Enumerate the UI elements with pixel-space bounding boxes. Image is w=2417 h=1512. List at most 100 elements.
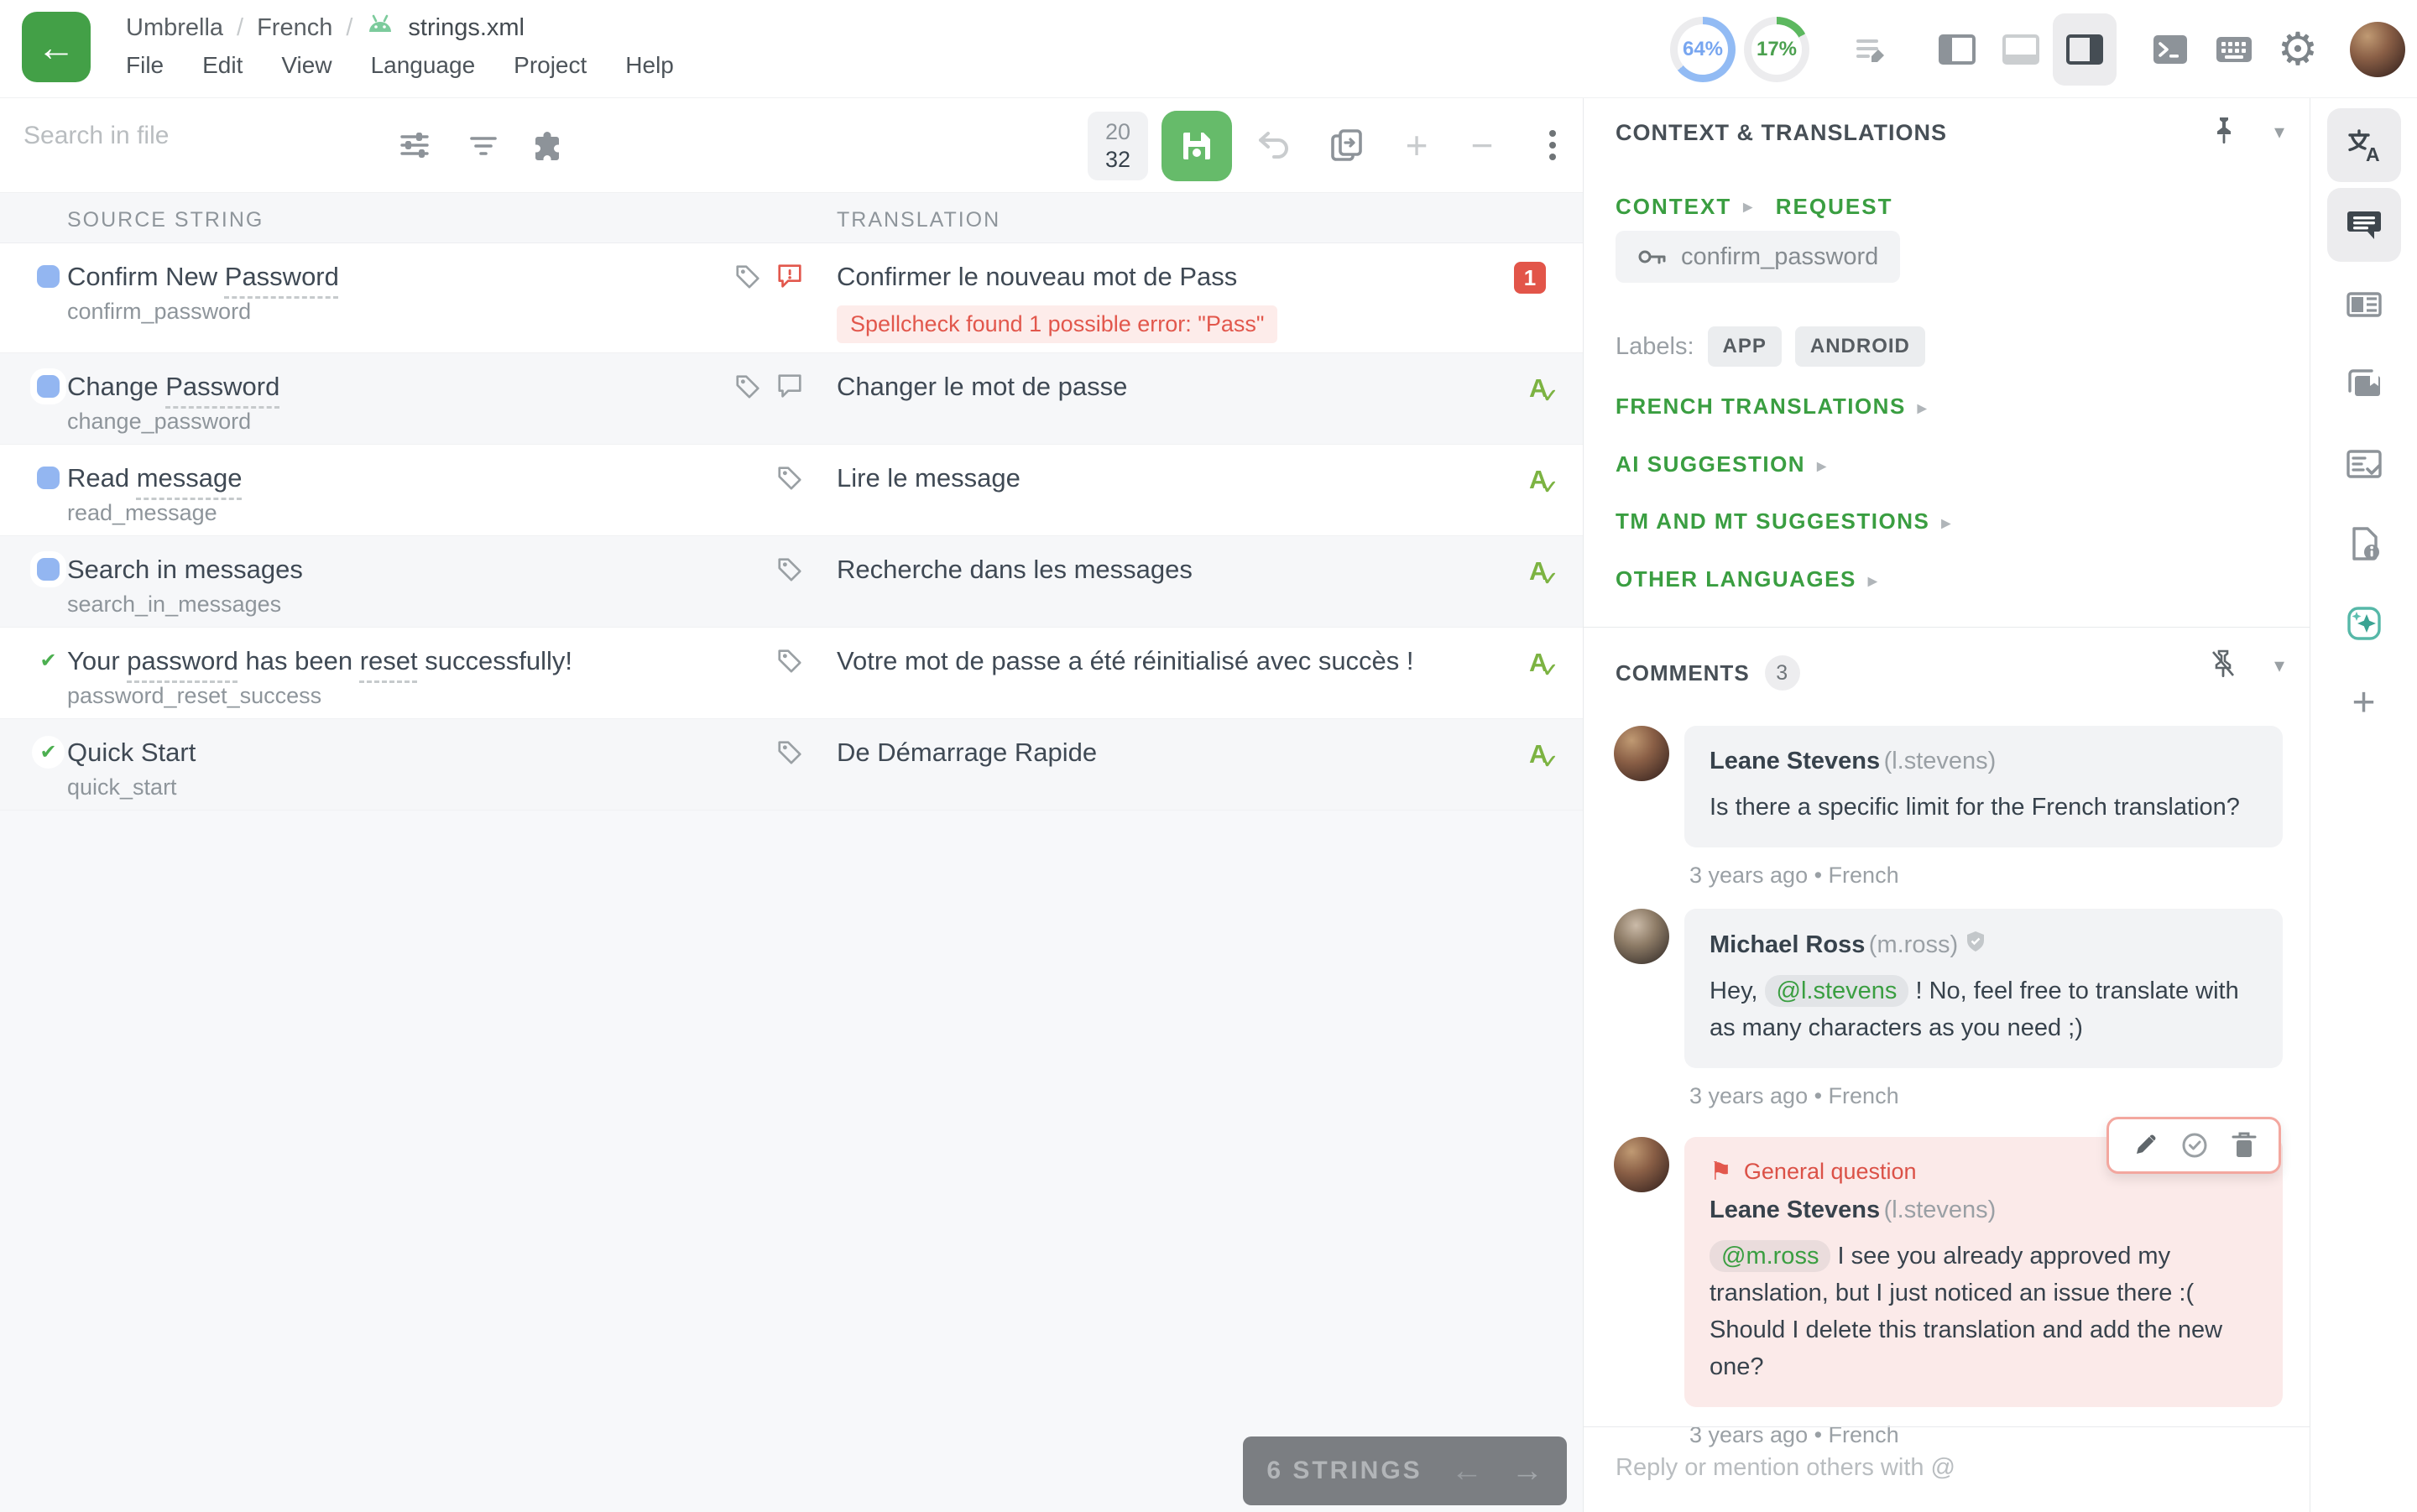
avatar[interactable] bbox=[1614, 1137, 1669, 1192]
approved-icon[interactable]: A✓ bbox=[1529, 739, 1563, 773]
tag-icon[interactable] bbox=[775, 738, 804, 770]
avatar[interactable] bbox=[1614, 726, 1669, 781]
settings-gear-icon[interactable]: ⚙ bbox=[2266, 13, 2330, 86]
add-panel-icon[interactable]: + bbox=[2327, 666, 2401, 740]
ai-assistant-panel-icon[interactable] bbox=[2327, 587, 2401, 660]
table-row[interactable]: ✔ Your password has been reset successfu… bbox=[0, 628, 1583, 719]
floppy-disk-icon bbox=[1179, 128, 1214, 164]
tag-icon[interactable] bbox=[775, 646, 804, 679]
context-tabs: CONTEXT ▸ REQUEST bbox=[1616, 194, 1892, 220]
tag-icon[interactable] bbox=[775, 555, 804, 587]
add-string-icon[interactable]: + bbox=[1393, 122, 1440, 169]
unpin-icon[interactable] bbox=[2209, 649, 2237, 683]
approved-progress-ring[interactable]: 17% bbox=[1744, 17, 1809, 82]
comments-panel-icon[interactable] bbox=[2327, 188, 2401, 262]
delete-comment-icon[interactable] bbox=[2232, 1131, 2257, 1160]
keyboard-shortcuts-icon[interactable] bbox=[2202, 13, 2266, 86]
right-panel-toggle-icon[interactable] bbox=[2053, 13, 2117, 86]
table-row[interactable]: Search in messages search_in_messages Re… bbox=[0, 536, 1583, 628]
filter-settings-icon[interactable] bbox=[391, 122, 438, 169]
untranslated-status-icon bbox=[37, 558, 60, 581]
bottom-panel-toggle-icon[interactable] bbox=[1989, 13, 2053, 86]
translations-panel-icon[interactable]: A bbox=[2327, 108, 2401, 182]
approved-icon[interactable]: A✓ bbox=[1529, 556, 1563, 590]
duplicate-string-icon[interactable] bbox=[1323, 122, 1370, 169]
editor-toolbar: 20 32 + − bbox=[0, 98, 1583, 193]
translated-progress-ring[interactable]: 64% bbox=[1670, 17, 1736, 82]
left-panel-toggle-icon[interactable] bbox=[1925, 13, 1989, 86]
comment-text: Hey, @l.stevens ! No, feel free to trans… bbox=[1710, 972, 2258, 1046]
section-other-languages[interactable]: OTHER LANGUAGES▸ bbox=[1616, 566, 1878, 592]
tab-request[interactable]: REQUEST bbox=[1776, 194, 1893, 220]
section-ai-suggestion[interactable]: AI SUGGESTION▸ bbox=[1616, 451, 1827, 477]
menu-language[interactable]: Language bbox=[371, 52, 476, 79]
string-key-pill[interactable]: confirm_password bbox=[1616, 231, 1900, 283]
qa-checks-panel-icon[interactable] bbox=[2327, 427, 2401, 501]
menu-file[interactable]: File bbox=[126, 52, 164, 79]
back-button[interactable]: ← bbox=[22, 12, 91, 82]
breadcrumb-project[interactable]: Umbrella bbox=[126, 14, 223, 42]
top-bar: ← Umbrella / French / strings.xml File E… bbox=[0, 0, 2417, 98]
translation-text: Lire le message bbox=[837, 463, 1021, 493]
save-button[interactable] bbox=[1162, 111, 1232, 181]
chevron-down-icon[interactable]: ▾ bbox=[2274, 120, 2284, 144]
comment-author[interactable]: Leane Stevens bbox=[1710, 1197, 1880, 1223]
comment-author[interactable]: Leane Stevens bbox=[1710, 748, 1880, 774]
verified-shield-icon bbox=[1966, 941, 1985, 956]
comment-alert-icon[interactable] bbox=[775, 262, 804, 295]
label-chip[interactable]: APP bbox=[1708, 326, 1782, 367]
reply-input[interactable] bbox=[1616, 1454, 2253, 1482]
approved-icon[interactable]: A✓ bbox=[1529, 373, 1563, 407]
remove-string-icon[interactable]: − bbox=[1459, 122, 1506, 169]
mention-link[interactable]: @m.ross bbox=[1710, 1240, 1830, 1272]
filter-icon[interactable] bbox=[460, 122, 507, 169]
tag-icon[interactable] bbox=[775, 463, 804, 496]
next-page-icon[interactable]: → bbox=[1511, 1455, 1543, 1487]
user-avatar[interactable] bbox=[2350, 22, 2405, 77]
menu-project[interactable]: Project bbox=[514, 52, 587, 79]
label-chip[interactable]: ANDROID bbox=[1795, 326, 1925, 367]
menu-view[interactable]: View bbox=[281, 52, 331, 79]
kebab-menu-icon[interactable] bbox=[1529, 122, 1576, 169]
mention-link[interactable]: @l.stevens bbox=[1765, 975, 1909, 1007]
pin-icon[interactable] bbox=[2211, 115, 2237, 149]
comment-meta: 3 years ago • French bbox=[1689, 1083, 2283, 1109]
section-tm-mt-suggestions[interactable]: TM AND MT SUGGESTIONS▸ bbox=[1616, 508, 1951, 534]
file-info-panel-icon[interactable] bbox=[2327, 507, 2401, 581]
back-arrow-icon: ← bbox=[37, 28, 76, 66]
tag-icon[interactable] bbox=[733, 372, 762, 404]
proofread-notes-icon[interactable] bbox=[1840, 13, 1903, 86]
issues-count-badge[interactable]: 1 bbox=[1514, 262, 1546, 294]
edit-comment-icon[interactable] bbox=[2132, 1132, 2159, 1159]
search-input[interactable] bbox=[23, 122, 359, 150]
undo-icon[interactable] bbox=[1250, 122, 1297, 169]
tag-icon[interactable] bbox=[733, 262, 762, 295]
table-row[interactable]: Read message read_message Lire le messag… bbox=[0, 445, 1583, 536]
menu-edit[interactable]: Edit bbox=[202, 52, 243, 79]
glossary-panel-icon[interactable] bbox=[2327, 347, 2401, 421]
comment-author[interactable]: Michael Ross bbox=[1710, 931, 1865, 958]
reply-box bbox=[1584, 1426, 2310, 1512]
menu-help[interactable]: Help bbox=[625, 52, 674, 79]
console-icon[interactable] bbox=[2138, 13, 2202, 86]
avatar[interactable] bbox=[1614, 909, 1669, 964]
previous-page-icon[interactable]: ← bbox=[1451, 1455, 1483, 1487]
approved-icon[interactable]: A✓ bbox=[1529, 465, 1563, 498]
plugins-puzzle-icon[interactable] bbox=[525, 122, 572, 169]
approved-icon[interactable]: A✓ bbox=[1529, 648, 1563, 681]
context-card-panel-icon[interactable] bbox=[2327, 268, 2401, 342]
comment-icon[interactable] bbox=[775, 372, 804, 404]
translation-text: De Démarrage Rapide bbox=[837, 738, 1097, 768]
table-row[interactable]: Confirm New Password confirm_password Co… bbox=[0, 243, 1583, 353]
right-rail: A + bbox=[2310, 95, 2417, 1512]
breadcrumb-language[interactable]: French bbox=[257, 14, 332, 42]
resolve-comment-icon[interactable] bbox=[2180, 1131, 2209, 1160]
tab-context[interactable]: CONTEXT bbox=[1616, 194, 1731, 220]
chevron-down-icon[interactable]: ▾ bbox=[2274, 654, 2284, 678]
breadcrumb-file[interactable]: strings.xml bbox=[408, 14, 525, 42]
labels-row: Labels: APP ANDROID bbox=[1616, 326, 1925, 367]
comments-title: COMMENTS 3 bbox=[1616, 655, 1800, 691]
table-row[interactable]: Change Password change_password Changer … bbox=[0, 353, 1583, 445]
section-french-translations[interactable]: FRENCH TRANSLATIONS▸ bbox=[1616, 394, 1928, 420]
table-row[interactable]: ✔ Quick Start quick_start De Démarrage R… bbox=[0, 719, 1583, 811]
